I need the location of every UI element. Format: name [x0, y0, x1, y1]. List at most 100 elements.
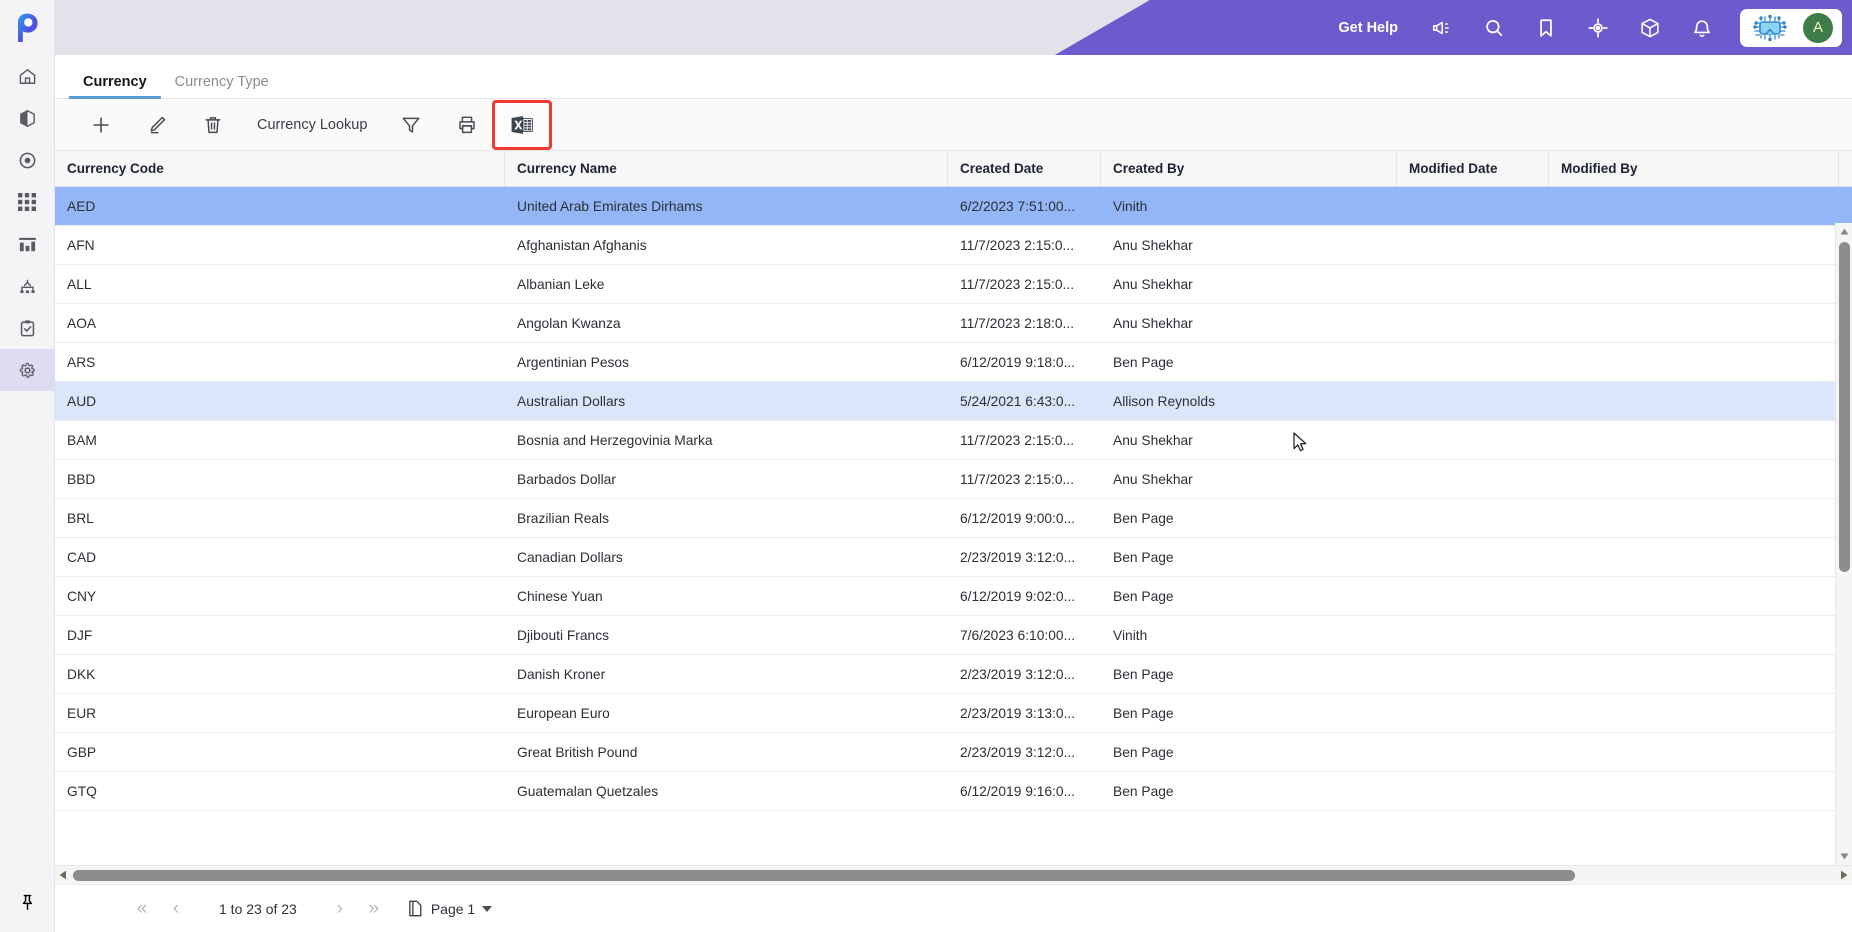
locate-button[interactable] — [1572, 0, 1624, 55]
cell-currency-name[interactable]: United Arab Emirates Dirhams — [505, 199, 948, 214]
table-row[interactable]: BRL Brazilian Reals 6/12/2019 9:00:0... Ben… — [55, 499, 1852, 538]
cell-currency-name[interactable]: Brazilian Reals — [505, 511, 948, 526]
table-row[interactable]: DJF Djibouti Francs 7/6/2023 6:10:00... Vin… — [55, 616, 1852, 655]
cell-currency-code[interactable]: DKK — [55, 667, 505, 682]
cell-created-date[interactable]: 11/7/2023 2:15:0... — [948, 277, 1101, 292]
cell-created-by[interactable]: Anu Shekhar — [1101, 277, 1397, 292]
cell-currency-name[interactable]: Canadian Dollars — [505, 550, 948, 565]
cell-currency-code[interactable]: AOA — [55, 316, 505, 331]
delete-button[interactable] — [185, 105, 241, 145]
column-header-modified-date[interactable]: Modified Date — [1397, 151, 1549, 186]
table-row[interactable]: ALL Albanian Leke 11/7/2023 2:15:0... Anu S… — [55, 265, 1852, 304]
column-header-currency-name[interactable]: Currency Name — [505, 151, 948, 186]
cell-created-date[interactable]: 6/12/2019 9:02:0... — [948, 589, 1101, 604]
cell-created-by[interactable]: Ben Page — [1101, 355, 1397, 370]
sidebar-item-products[interactable] — [0, 97, 55, 139]
user-menu[interactable]: A — [1740, 8, 1842, 47]
cell-currency-name[interactable]: Angolan Kwanza — [505, 316, 948, 331]
table-row[interactable]: GBP Great British Pound 2/23/2019 3:12:0..… — [55, 733, 1852, 772]
sidebar-item-target[interactable] — [0, 139, 55, 181]
cell-currency-code[interactable]: BRL — [55, 511, 505, 526]
cell-currency-name[interactable]: Djibouti Francs — [505, 628, 948, 643]
table-row[interactable]: AUD Australian Dollars 5/24/2021 6:43:0...… — [55, 382, 1852, 421]
table-row[interactable]: BAM Bosnia and Herzegovinia Marka 11/7/202… — [55, 421, 1852, 460]
cell-currency-code[interactable]: CNY — [55, 589, 505, 604]
next-page-button[interactable]: › — [323, 892, 357, 926]
cell-created-by[interactable]: Vinith — [1101, 199, 1397, 214]
cell-created-date[interactable]: 5/24/2021 6:43:0... — [948, 394, 1101, 409]
cell-currency-code[interactable]: BBD — [55, 472, 505, 487]
cell-created-by[interactable]: Vinith — [1101, 628, 1397, 643]
cell-currency-name[interactable]: European Euro — [505, 706, 948, 721]
previous-page-button[interactable]: ‹ — [159, 892, 193, 926]
tab-currency-type[interactable]: Currency Type — [161, 74, 283, 99]
column-header-currency-code[interactable]: Currency Code — [55, 151, 505, 186]
filter-button[interactable] — [383, 105, 439, 145]
cell-created-by[interactable]: Anu Shekhar — [1101, 238, 1397, 253]
table-row[interactable]: CNY Chinese Yuan 6/12/2019 9:02:0... Ben Pa… — [55, 577, 1852, 616]
announcements-button[interactable] — [1416, 0, 1468, 55]
table-row[interactable]: EUR European Euro 2/23/2019 3:13:0... Ben P… — [55, 694, 1852, 733]
apps-cube-button[interactable] — [1624, 0, 1676, 55]
cell-created-by[interactable]: Ben Page — [1101, 745, 1397, 760]
table-row[interactable]: GTQ Guatemalan Quetzales 6/12/2019 9:16:0.… — [55, 772, 1852, 811]
cell-currency-code[interactable]: ALL — [55, 277, 505, 292]
table-row[interactable]: AOA Angolan Kwanza 11/7/2023 2:18:0... Anu … — [55, 304, 1852, 343]
sidebar-item-settings[interactable] — [0, 349, 55, 391]
cell-created-by[interactable]: Ben Page — [1101, 706, 1397, 721]
cell-currency-code[interactable]: AED — [55, 199, 505, 214]
table-row[interactable]: DKK Danish Kroner 2/23/2019 3:12:0... Ben P… — [55, 655, 1852, 694]
first-page-button[interactable]: « — [125, 892, 159, 926]
get-help-button[interactable]: Get Help — [1320, 20, 1416, 36]
cell-created-by[interactable]: Anu Shekhar — [1101, 472, 1397, 487]
cell-created-date[interactable]: 6/12/2019 9:18:0... — [948, 355, 1101, 370]
cell-currency-code[interactable]: GTQ — [55, 784, 505, 799]
bookmarks-button[interactable] — [1520, 0, 1572, 55]
horizontal-scroll-thumb[interactable] — [73, 869, 1575, 881]
cell-currency-name[interactable]: Argentinian Pesos — [505, 355, 948, 370]
cell-created-date[interactable]: 6/12/2019 9:00:0... — [948, 511, 1101, 526]
sidebar-item-tasks[interactable] — [0, 307, 55, 349]
grid-horizontal-scrollbar[interactable] — [55, 865, 1852, 884]
cell-currency-code[interactable]: BAM — [55, 433, 505, 448]
table-row[interactable]: AED United Arab Emirates Dirhams 6/2/2023 … — [55, 187, 1852, 226]
cell-currency-name[interactable]: Albanian Leke — [505, 277, 948, 292]
edit-button[interactable] — [129, 105, 185, 145]
app-logo[interactable] — [0, 0, 55, 55]
cell-currency-code[interactable]: AFN — [55, 238, 505, 253]
sidebar-item-reports[interactable] — [0, 223, 55, 265]
cell-currency-code[interactable]: EUR — [55, 706, 505, 721]
export-excel-button[interactable] — [492, 99, 553, 150]
cell-currency-name[interactable]: Bosnia and Herzegovinia Marka — [505, 433, 948, 448]
cell-currency-name[interactable]: Australian Dollars — [505, 394, 948, 409]
sidebar-item-home[interactable] — [0, 55, 55, 97]
cell-currency-name[interactable]: Danish Kroner — [505, 667, 948, 682]
scroll-left-arrow[interactable] — [55, 866, 71, 885]
column-header-created-by[interactable]: Created By — [1101, 151, 1397, 186]
cell-created-date[interactable]: 2/23/2019 3:12:0... — [948, 550, 1101, 565]
cell-created-date[interactable]: 7/6/2023 6:10:00... — [948, 628, 1101, 643]
cell-created-date[interactable]: 11/7/2023 2:18:0... — [948, 316, 1101, 331]
grid-vertical-scrollbar[interactable] — [1835, 223, 1852, 865]
cell-created-date[interactable]: 11/7/2023 2:15:0... — [948, 433, 1101, 448]
cell-created-by[interactable]: Ben Page — [1101, 589, 1397, 604]
column-header-created-date[interactable]: Created Date — [948, 151, 1101, 186]
currency-lookup-button[interactable]: Currency Lookup — [241, 117, 383, 133]
sidebar-item-apps[interactable] — [0, 181, 55, 223]
cell-created-by[interactable]: Allison Reynolds — [1101, 394, 1397, 409]
table-row[interactable]: CAD Canadian Dollars 2/23/2019 3:12:0... Be… — [55, 538, 1852, 577]
cell-currency-name[interactable]: Chinese Yuan — [505, 589, 948, 604]
sidebar-pin[interactable] — [0, 872, 55, 932]
cell-currency-name[interactable]: Afghanistan Afghanis — [505, 238, 948, 253]
cell-created-by[interactable]: Ben Page — [1101, 667, 1397, 682]
cell-created-by[interactable]: Anu Shekhar — [1101, 316, 1397, 331]
notifications-button[interactable] — [1676, 0, 1728, 55]
cell-currency-code[interactable]: DJF — [55, 628, 505, 643]
print-button[interactable] — [439, 105, 495, 145]
add-button[interactable] — [73, 105, 129, 145]
cell-created-by[interactable]: Ben Page — [1101, 511, 1397, 526]
cell-currency-code[interactable]: AUD — [55, 394, 505, 409]
cell-created-by[interactable]: Ben Page — [1101, 784, 1397, 799]
horizontal-scroll-track[interactable] — [71, 866, 1836, 885]
table-row[interactable]: AFN Afghanistan Afghanis 11/7/2023 2:15:0.… — [55, 226, 1852, 265]
